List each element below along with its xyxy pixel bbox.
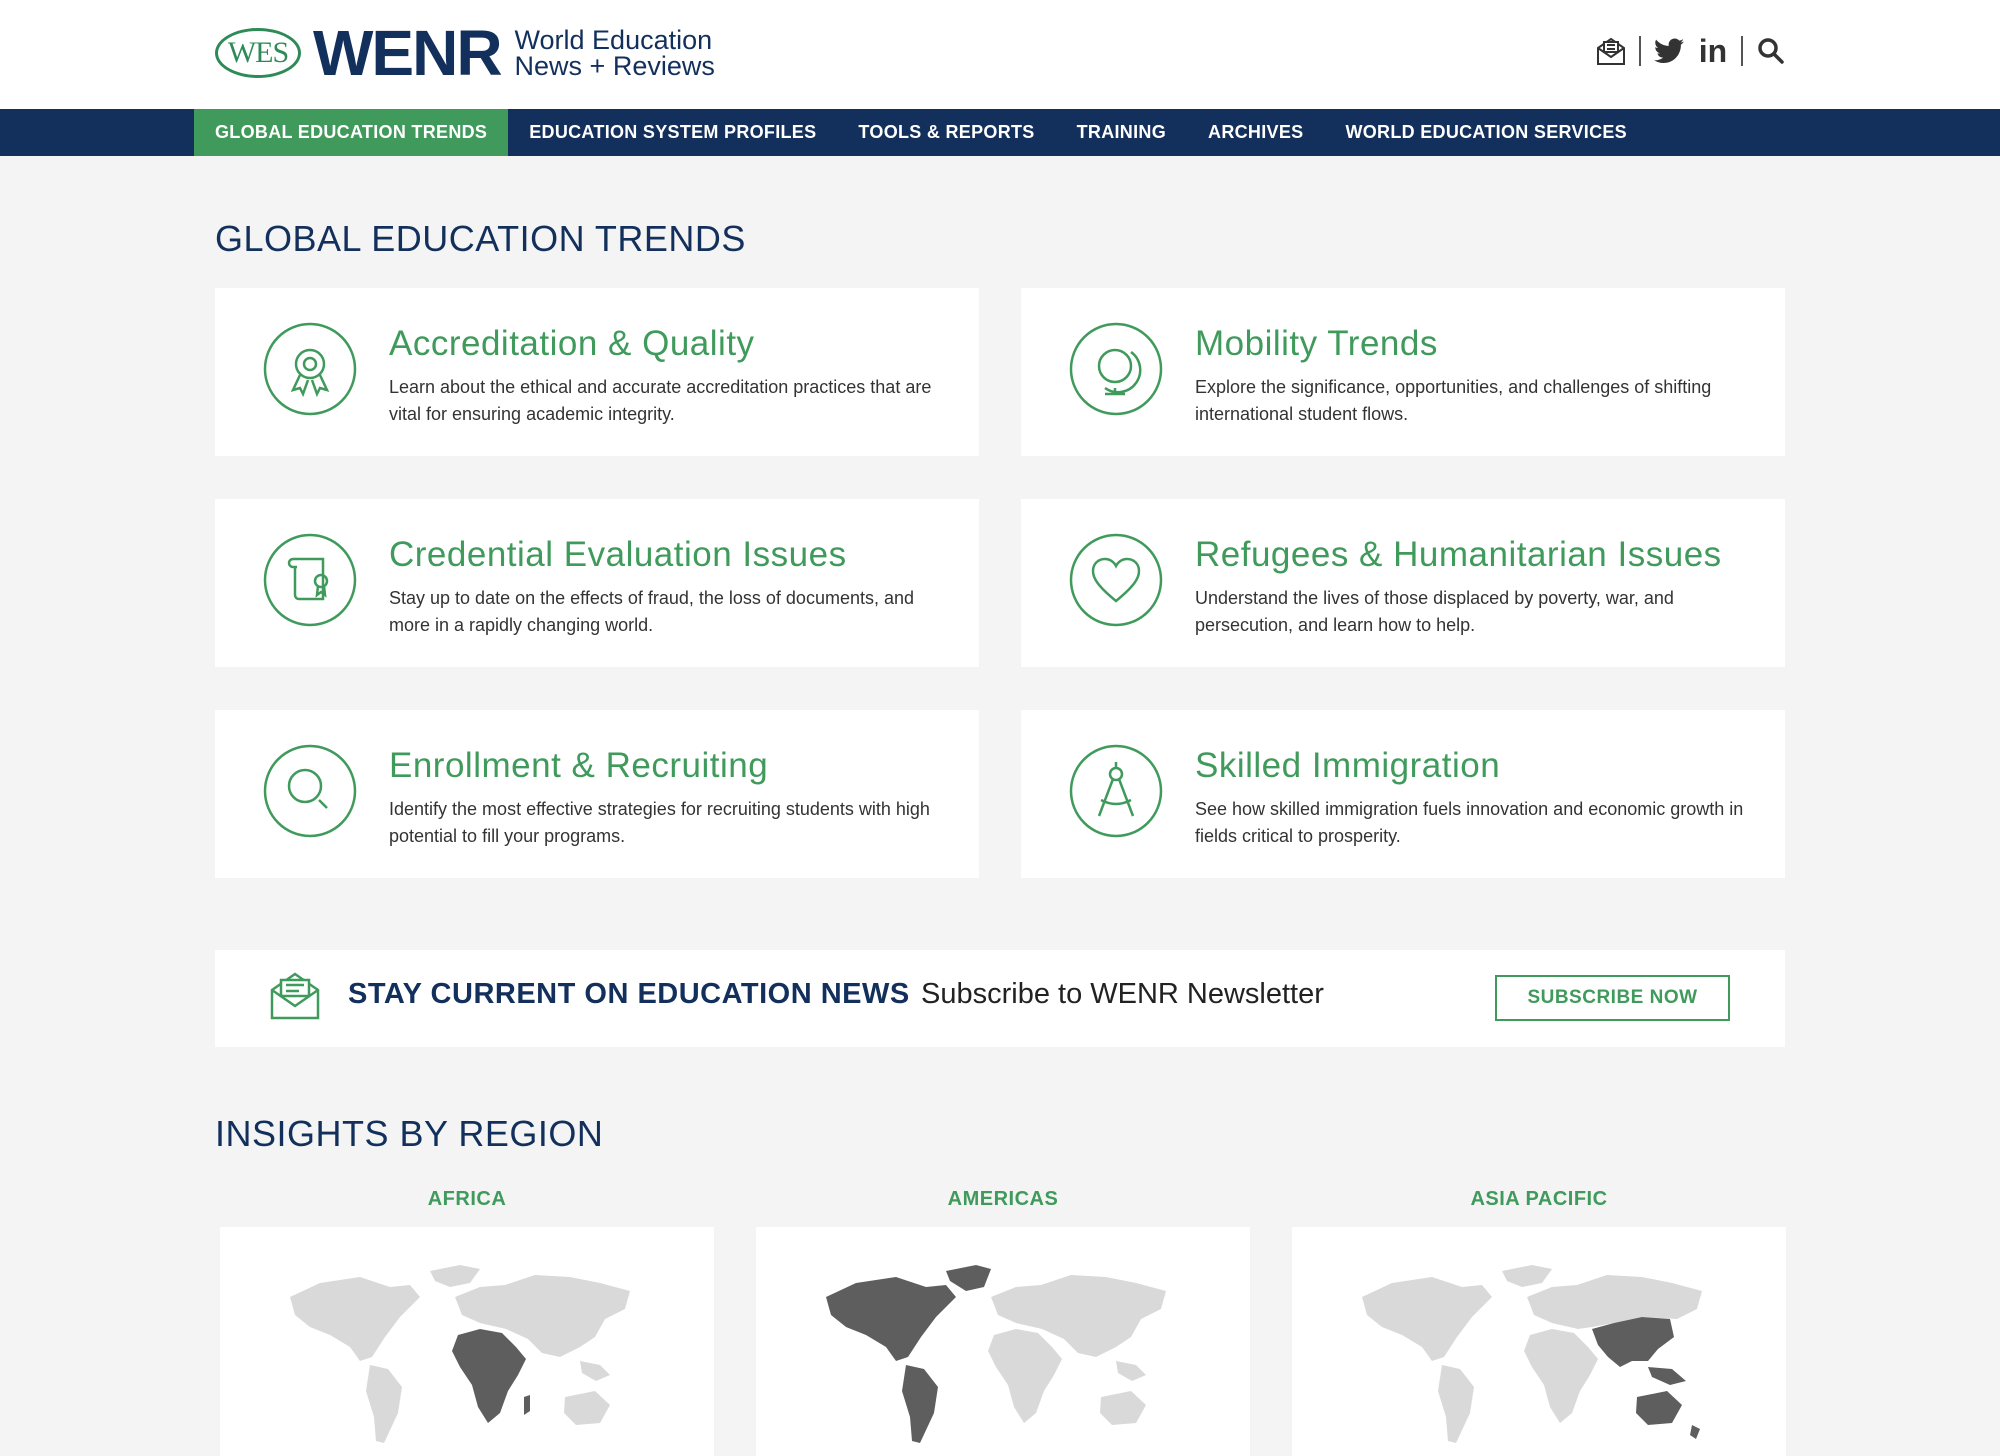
map-base-continents	[988, 1275, 1166, 1425]
envelope-letter-icon	[270, 972, 320, 1020]
trend-card-desc: Explore the significance, opportunities,…	[1195, 377, 1712, 424]
trend-card-desc: Stay up to date on the effects of fraud,…	[389, 588, 915, 635]
compass-icon	[1069, 744, 1163, 838]
trend-card-credential-evaluation[interactable]: Credential Evaluation Issues Stay up to …	[215, 499, 979, 667]
award-ribbon-icon	[263, 322, 357, 416]
region-card-americas[interactable]	[756, 1227, 1250, 1456]
newsletter-banner: STAY CURRENT ON EDUCATION NEWS Subscribe…	[215, 950, 1785, 1047]
diploma-scroll-icon	[263, 533, 357, 627]
trend-card-mobility[interactable]: Mobility Trends Explore the significance…	[1021, 288, 1785, 456]
trend-card-refugees[interactable]: Refugees & Humanitarian Issues Understan…	[1021, 499, 1785, 667]
wenr-logo-word: WENR	[313, 17, 503, 89]
newsletter-heading: STAY CURRENT ON EDUCATION NEWS	[348, 978, 910, 1010]
globe-icon	[1069, 322, 1163, 416]
nav-archives[interactable]: ARCHIVES	[1187, 109, 1324, 156]
region-card-asia-pacific[interactable]	[1292, 1227, 1786, 1456]
regions-section-title: INSIGHTS BY REGION	[215, 1113, 604, 1154]
header-divider	[1741, 36, 1743, 66]
trend-card-accreditation[interactable]: Accreditation & Quality Learn about the …	[215, 288, 979, 456]
trend-card-enrollment[interactable]: Enrollment & Recruiting Identify the mos…	[215, 710, 979, 878]
site-header: WES WENR World Education News + Reviews …	[0, 0, 2000, 109]
world-map-americas	[826, 1265, 1166, 1443]
trend-card-title: Accreditation & Quality	[389, 324, 755, 363]
tagline-line-1: World Education	[514, 25, 713, 55]
twitter-icon[interactable]	[1653, 35, 1685, 67]
nav-tools-reports[interactable]: TOOLS & REPORTS	[837, 109, 1055, 156]
magnifier-icon	[263, 744, 357, 838]
wes-logo-badge: WES	[215, 28, 301, 78]
trend-card-skilled-immigration[interactable]: Skilled Immigration See how skilled immi…	[1021, 710, 1785, 878]
site-logo[interactable]: WES WENR World Education News + Reviews	[215, 17, 715, 89]
nav-education-system-profiles[interactable]: EDUCATION SYSTEM PROFILES	[508, 109, 837, 156]
world-map-asia-pacific	[1362, 1265, 1702, 1443]
trend-card-title: Skilled Immigration	[1195, 746, 1501, 785]
world-map-africa	[290, 1265, 630, 1443]
newsletter-icon[interactable]	[1595, 35, 1627, 67]
search-icon[interactable]	[1755, 35, 1787, 67]
trend-card-title: Refugees & Humanitarian Issues	[1195, 535, 1722, 574]
nav-global-education-trends[interactable]: GLOBAL EDUCATION TRENDS	[194, 109, 509, 156]
tagline-line-2: News + Reviews	[514, 51, 715, 81]
nav-world-education-services[interactable]: WORLD EDUCATION SERVICES	[1324, 109, 1648, 156]
trend-card-desc: Understand the lives of those displaced …	[1195, 588, 1674, 635]
nav-training[interactable]: TRAINING	[1056, 109, 1187, 156]
trends-section-title: GLOBAL EDUCATION TRENDS	[215, 218, 746, 259]
region-label-africa[interactable]: AFRICA	[220, 1188, 714, 1211]
region-label-asia-pacific[interactable]: ASIA PACIFIC	[1292, 1188, 1786, 1211]
logo-tagline: World Education News + Reviews	[514, 25, 715, 81]
header-social-icons: in	[1595, 33, 1787, 69]
trend-card-title: Credential Evaluation Issues	[389, 535, 847, 574]
linkedin-icon[interactable]: in	[1697, 35, 1729, 67]
heart-icon	[1069, 533, 1163, 627]
map-highlight-africa	[452, 1329, 526, 1423]
trend-card-desc: Learn about the ethical and accurate acc…	[389, 377, 932, 424]
main-nav: GLOBAL EDUCATION TRENDS EDUCATION SYSTEM…	[0, 109, 2000, 156]
region-card-africa[interactable]	[220, 1227, 714, 1456]
newsletter-subheading: Subscribe to WENR Newsletter	[921, 978, 1324, 1010]
map-highlight-asia-pacific	[1592, 1317, 1700, 1439]
map-highlight-americas	[826, 1265, 991, 1443]
header-divider	[1639, 36, 1641, 66]
trend-card-desc: Identify the most effective strategies f…	[389, 799, 930, 846]
trend-card-title: Mobility Trends	[1195, 324, 1438, 363]
linkedin-glyph: in	[1698, 33, 1728, 69]
region-label-americas[interactable]: AMERICAS	[756, 1188, 1250, 1211]
trend-card-desc: See how skilled immigration fuels innova…	[1195, 799, 1744, 846]
subscribe-button[interactable]: SUBSCRIBE NOW	[1495, 975, 1730, 1021]
trend-card-title: Enrollment & Recruiting	[389, 746, 769, 785]
